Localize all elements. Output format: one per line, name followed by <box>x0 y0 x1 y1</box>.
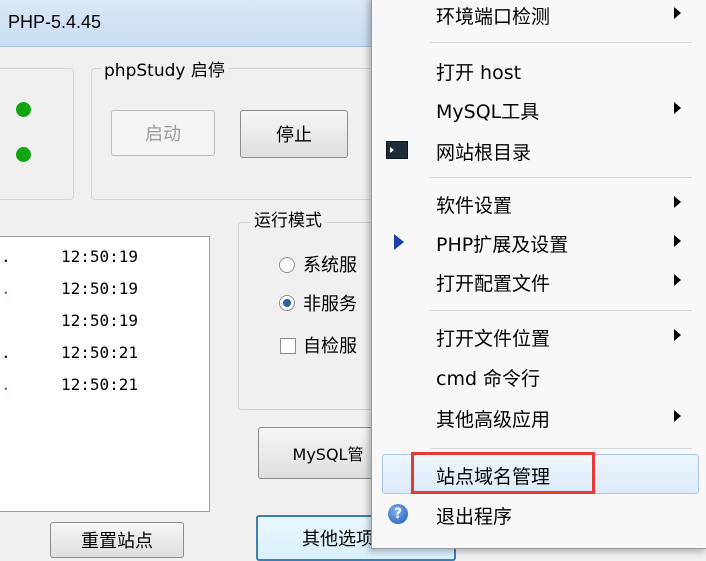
log-time: 12:50:19 <box>61 311 139 330</box>
log-row: . <box>1 247 11 266</box>
blue-arrow-icon <box>394 234 404 250</box>
menu-separator <box>430 42 692 43</box>
stop-button[interactable]: 停止 <box>240 110 348 158</box>
log-row: . <box>1 375 11 394</box>
menu-item-advanced[interactable]: 其他高级应用 <box>372 400 705 434</box>
menu-item-label: 其他高级应用 <box>436 409 551 431</box>
menu-item-open-config[interactable]: 打开配置文件 <box>372 264 705 298</box>
log-list[interactable]: . 12:50:19 . 12:50:19 12:50:19 . 12:50:2… <box>0 236 210 512</box>
submenu-arrow-icon <box>674 329 681 341</box>
log-prefix: . <box>1 375 11 394</box>
control-group-title: phpStudy 启停 <box>101 56 228 81</box>
log-prefix: . <box>1 247 11 266</box>
submenu-arrow-icon <box>674 235 681 247</box>
non-service-radio[interactable] <box>279 295 295 311</box>
annotation-highlight-box <box>411 452 595 494</box>
stop-button-label: 停止 <box>276 125 312 146</box>
menu-item-open-host[interactable]: 打开 host <box>372 53 705 87</box>
menu-item-software-settings[interactable]: 软件设置 <box>372 186 705 220</box>
menu-item-open-file-location[interactable]: 打开文件位置 <box>372 319 705 353</box>
menu-item-label: 网站根目录 <box>436 142 532 164</box>
log-row: . <box>1 343 11 362</box>
menu-item-web-root[interactable]: 网站根目录 <box>372 133 705 167</box>
menu-item-label: 打开文件位置 <box>436 328 551 350</box>
menu-item-label: 软件设置 <box>436 195 513 217</box>
submenu-arrow-icon <box>674 196 681 208</box>
self-check-label: 自检服 <box>303 336 357 357</box>
start-button-label: 启动 <box>145 124 181 145</box>
menu-separator <box>430 177 692 178</box>
console-icon <box>386 141 408 159</box>
reset-site-button[interactable]: 重置站点 <box>50 522 184 558</box>
submenu-arrow-icon <box>674 102 681 114</box>
menu-item-label: MySQL工具 <box>436 101 540 123</box>
apache-status-indicator <box>16 102 31 117</box>
status-group <box>0 68 74 200</box>
window-title: PHP-5.4.45 <box>8 12 102 32</box>
mysql-status-indicator <box>16 147 31 162</box>
system-service-label: 系统服 <box>303 255 357 276</box>
log-time: 12:50:21 <box>61 375 139 394</box>
help-icon: ? <box>388 504 408 524</box>
menu-item-mysql-tools[interactable]: MySQL工具 <box>372 92 705 126</box>
mysql-manager-label: MySQL管 <box>292 445 364 464</box>
menu-item-label: 打开配置文件 <box>436 273 551 295</box>
log-time: 12:50:21 <box>61 343 139 362</box>
submenu-arrow-icon <box>674 274 681 286</box>
menu-item-php-extensions[interactable]: PHP扩展及设置 <box>372 225 705 259</box>
menu-separator <box>430 448 692 449</box>
menu-item-label: 打开 host <box>436 62 522 84</box>
log-time: 12:50:19 <box>61 247 139 266</box>
log-row: 12:50:21 <box>61 375 138 394</box>
log-row: 12:50:21 <box>61 343 138 362</box>
submenu-arrow-icon <box>674 7 681 19</box>
menu-separator <box>430 310 692 311</box>
log-prefix: . <box>1 343 11 362</box>
menu-item-port-check[interactable]: 环境端口检测 <box>372 0 705 31</box>
non-service-label: 非服务 <box>303 294 357 315</box>
self-check-checkbox[interactable] <box>280 338 296 354</box>
menu-item-label: PHP扩展及设置 <box>436 234 569 256</box>
submenu-arrow-icon <box>674 410 681 422</box>
log-row: 12:50:19 <box>61 279 138 298</box>
log-prefix: . <box>1 279 11 298</box>
menu-item-label: 环境端口检测 <box>436 6 551 28</box>
log-time: 12:50:19 <box>61 279 139 298</box>
menu-item-cmd[interactable]: cmd 命令行 <box>372 359 705 393</box>
menu-item-exit[interactable]: ? 退出程序 <box>372 497 705 531</box>
system-service-radio[interactable] <box>279 257 295 273</box>
mode-group-title: 运行模式 <box>251 206 325 231</box>
menu-item-label: 退出程序 <box>436 506 513 528</box>
start-button[interactable]: 启动 <box>111 110 215 156</box>
reset-site-label: 重置站点 <box>81 531 153 552</box>
log-row: . <box>1 279 11 298</box>
menu-item-label: cmd 命令行 <box>436 368 541 390</box>
log-row: 12:50:19 <box>61 311 138 330</box>
log-row: 12:50:19 <box>61 247 138 266</box>
